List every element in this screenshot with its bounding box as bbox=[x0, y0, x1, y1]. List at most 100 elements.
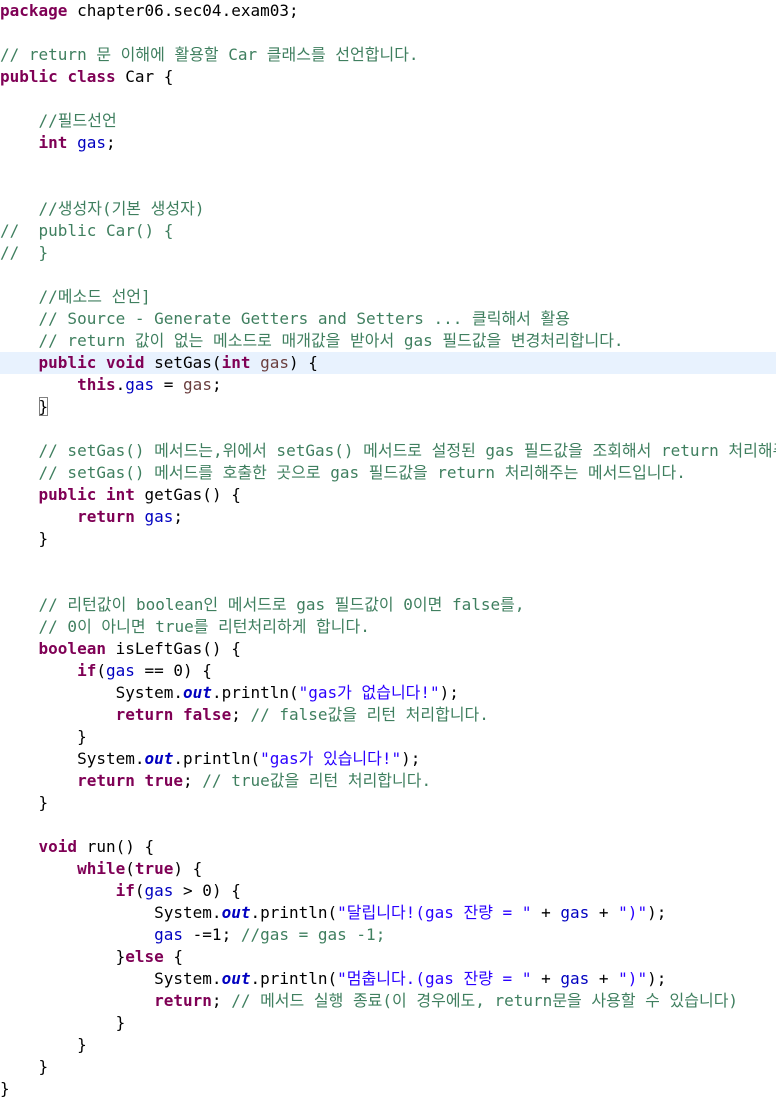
keyword-token: else bbox=[125, 947, 164, 966]
comment-token: // setGas() 메서드를 호출한 곳으로 gas 필드값을 return… bbox=[38, 463, 686, 482]
code-line[interactable]: // return 값이 없는 메소드로 매개값을 받아서 gas 필드값을 변… bbox=[0, 330, 776, 352]
code-line[interactable]: }else { bbox=[0, 946, 776, 968]
code-line[interactable]: return true; // true값을 리턴 처리합니다. bbox=[0, 770, 776, 792]
field-token: gas bbox=[560, 969, 590, 988]
code-line[interactable]: return false; // false값을 리턴 처리합니다. bbox=[0, 704, 776, 726]
code-line[interactable]: } bbox=[0, 726, 776, 748]
code-line[interactable] bbox=[0, 814, 776, 836]
keyword-token: true bbox=[144, 771, 184, 790]
code-line[interactable] bbox=[0, 22, 776, 44]
code-line[interactable] bbox=[0, 264, 776, 286]
plain-token: System. bbox=[0, 903, 222, 922]
code-line[interactable]: } bbox=[0, 1034, 776, 1056]
plain-token: ); bbox=[647, 903, 667, 922]
code-line[interactable]: public class Car { bbox=[0, 66, 776, 88]
code-line-current[interactable]: public void setGas(int gas) { bbox=[0, 352, 776, 374]
keyword-token: return bbox=[154, 991, 212, 1010]
string-token: "gas가 있습니다!" bbox=[260, 749, 402, 768]
plain-token: .println( bbox=[250, 903, 338, 922]
code-line[interactable]: // } bbox=[0, 242, 776, 264]
code-line[interactable]: while(true) { bbox=[0, 858, 776, 880]
comment-token: // Source - Generate Getters and Setters… bbox=[38, 309, 570, 328]
code-line[interactable]: public int getGas() { bbox=[0, 484, 776, 506]
keyword-token: int bbox=[221, 353, 251, 372]
plain-token: getGas() { bbox=[134, 485, 241, 504]
field-token: gas bbox=[154, 925, 184, 944]
code-line[interactable]: gas -=1; //gas = gas -1; bbox=[0, 924, 776, 946]
code-line[interactable]: // setGas() 메서드를 호출한 곳으로 gas 필드값을 return… bbox=[0, 462, 776, 484]
code-line[interactable]: // public Car() { bbox=[0, 220, 776, 242]
code-line[interactable]: return; // 메서드 실행 종료(이 경우에도, return문을 사용… bbox=[0, 990, 776, 1012]
plain-token: { bbox=[163, 947, 184, 966]
code-line[interactable]: } bbox=[0, 396, 776, 418]
code-line[interactable]: } bbox=[0, 1078, 776, 1100]
plain-token: ( bbox=[134, 881, 145, 900]
plain-token: ( bbox=[96, 661, 106, 680]
string-token: ")" bbox=[618, 903, 648, 922]
code-line[interactable]: } bbox=[0, 1012, 776, 1034]
keyword-token: this bbox=[77, 375, 116, 394]
code-line[interactable]: System.out.println("달립니다!(gas 잔량 = " + g… bbox=[0, 902, 776, 924]
keyword-token: true bbox=[134, 859, 174, 878]
plain-token: + bbox=[589, 903, 619, 922]
plain-token: Car { bbox=[115, 67, 174, 86]
comment-token: //생성자(기본 생성자) bbox=[38, 199, 205, 218]
field-token: gas bbox=[144, 507, 174, 526]
code-line[interactable]: void run() { bbox=[0, 836, 776, 858]
code-line[interactable]: return gas; bbox=[0, 506, 776, 528]
code-line[interactable]: // Source - Generate Getters and Setters… bbox=[0, 308, 776, 330]
code-line[interactable] bbox=[0, 550, 776, 572]
code-line[interactable]: System.out.println("gas가 있습니다!"); bbox=[0, 748, 776, 770]
code-line[interactable]: //생성자(기본 생성자) bbox=[0, 198, 776, 220]
keyword-token: false bbox=[183, 705, 232, 724]
code-line[interactable]: // setGas() 메서드는,위에서 setGas() 메서드로 설정된 g… bbox=[0, 440, 776, 462]
code-line[interactable] bbox=[0, 88, 776, 110]
code-line[interactable]: //메소드 선언] bbox=[0, 286, 776, 308]
code-line[interactable] bbox=[0, 572, 776, 594]
plain-token: ; bbox=[173, 507, 184, 526]
matched-brace: } bbox=[38, 397, 49, 416]
code-line[interactable]: package chapter06.sec04.exam03; bbox=[0, 0, 776, 22]
plain-token: .println( bbox=[173, 749, 261, 768]
code-line[interactable]: if(gas > 0) { bbox=[0, 880, 776, 902]
keyword-token: public bbox=[38, 353, 97, 372]
code-line[interactable]: } bbox=[0, 1056, 776, 1078]
code-line[interactable] bbox=[0, 176, 776, 198]
field-token: gas bbox=[77, 133, 106, 152]
code-line[interactable]: this.gas = gas; bbox=[0, 374, 776, 396]
code-line[interactable]: // 0이 아니면 true를 리턴처리하게 합니다. bbox=[0, 616, 776, 638]
code-line[interactable]: if(gas == 0) { bbox=[0, 660, 776, 682]
plain-token: + bbox=[531, 903, 561, 922]
keyword-token: public bbox=[38, 485, 97, 504]
code-line[interactable]: System.out.println("멈춥니다.(gas 잔량 = " + g… bbox=[0, 968, 776, 990]
code-line[interactable] bbox=[0, 154, 776, 176]
code-line[interactable]: } bbox=[0, 528, 776, 550]
code-line[interactable]: boolean isLeftGas() { bbox=[0, 638, 776, 660]
code-line[interactable]: System.out.println("gas가 없습니다!"); bbox=[0, 682, 776, 704]
variable-token: gas bbox=[260, 353, 290, 372]
code-line[interactable]: // 리턴값이 boolean인 메서드로 gas 필드값이 0이면 false… bbox=[0, 594, 776, 616]
code-editor[interactable]: package chapter06.sec04.exam03; // return… bbox=[0, 0, 776, 1100]
code-line[interactable]: //필드선언 bbox=[0, 110, 776, 132]
code-line[interactable]: int gas; bbox=[0, 132, 776, 154]
code-line[interactable]: } bbox=[0, 792, 776, 814]
plain-token: . bbox=[115, 375, 126, 394]
comment-token: // false값을 리턴 처리합니다. bbox=[250, 705, 489, 724]
code-line[interactable] bbox=[0, 418, 776, 440]
plain-token: ); bbox=[647, 969, 667, 988]
code-line[interactable]: // return 문 이해에 활용할 Car 클래스를 선언합니다. bbox=[0, 44, 776, 66]
